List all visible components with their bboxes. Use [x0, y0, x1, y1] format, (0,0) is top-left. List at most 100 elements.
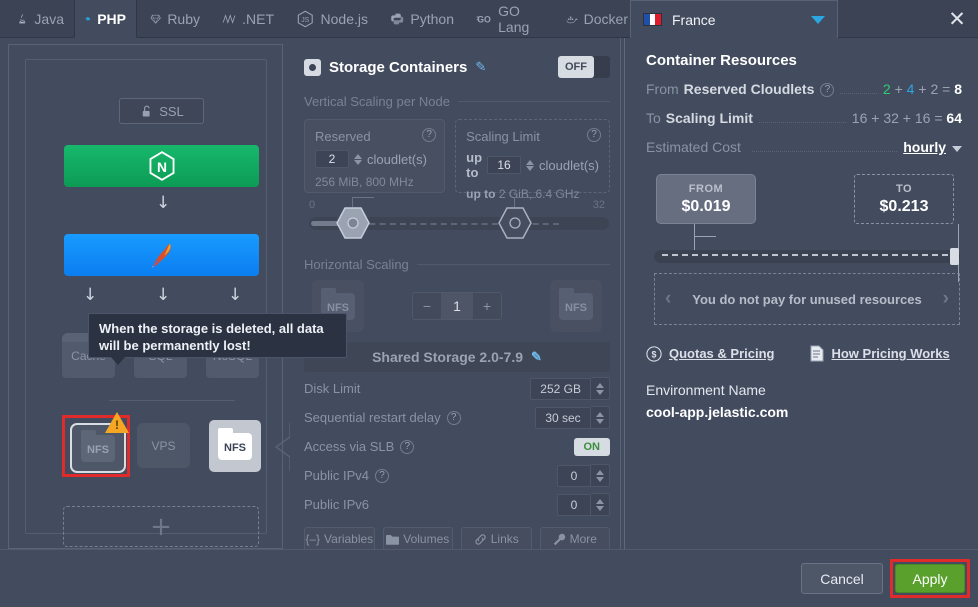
lock-open-icon: [142, 105, 150, 116]
region-selector-tab[interactable]: France: [630, 0, 838, 38]
close-icon[interactable]: ✕: [944, 6, 970, 32]
billing-period-selector[interactable]: hourly: [903, 139, 946, 155]
decrement-button[interactable]: −: [413, 293, 441, 319]
apache-feather-logo: [151, 243, 171, 268]
tab-label: PHP: [97, 10, 126, 27]
option-label: Access via SLB: [304, 439, 395, 454]
reserved-stepper[interactable]: [354, 153, 362, 165]
ipv4-stepper[interactable]: [591, 464, 610, 487]
disk-limit-stepper[interactable]: [591, 377, 610, 400]
ipv4-input[interactable]: 0: [557, 464, 591, 487]
horizontal-scaling-section-header: Horizontal Scaling: [304, 257, 610, 272]
tab-label: Python: [410, 11, 454, 27]
tab-php[interactable]: PHP: [74, 0, 137, 38]
apply-button[interactable]: Apply: [895, 564, 965, 593]
reserved-note: 256 MiB, 800 MHz: [315, 175, 414, 189]
shared-storage-label: Shared Storage 2.0-7.9: [372, 349, 524, 365]
chip-links[interactable]: Links: [461, 527, 532, 551]
reserved-value-row: 2 cloudlet(s): [315, 150, 434, 168]
node-count-value[interactable]: 1: [441, 293, 473, 319]
vertical-scaling-section-header: Vertical Scaling per Node: [304, 94, 610, 109]
tab-docker[interactable]: Docker: [556, 0, 638, 38]
leader-dots: [751, 151, 898, 152]
option-row-public-ipv4: Public IPv4 ? 0: [304, 463, 610, 488]
help-icon[interactable]: ?: [820, 82, 835, 97]
equals-sign: =: [934, 110, 943, 126]
price-slider-knob[interactable]: [950, 248, 959, 265]
add-node-button[interactable]: +: [63, 506, 259, 547]
slider-handle-reserved[interactable]: [336, 207, 370, 239]
chevron-right-icon[interactable]: ›: [943, 288, 949, 310]
edit-pencil-icon[interactable]: ✎: [531, 349, 542, 365]
restart-delay-stepper[interactable]: [591, 406, 610, 429]
node-apache[interactable]: [64, 234, 259, 276]
chip-label: Variables: [324, 532, 374, 546]
node-nginx[interactable]: N: [64, 145, 259, 187]
plus-sign: +: [871, 110, 880, 126]
reserved-input[interactable]: 2: [315, 150, 349, 168]
link-quotas-pricing[interactable]: $ Quotas & Pricing: [646, 345, 774, 362]
java-icon: [19, 14, 26, 24]
price-from-box[interactable]: FROM $0.019: [656, 174, 756, 224]
row-reserved-cloudlets: From Reserved Cloudlets ? 2 + 4 + 2 = 8: [646, 81, 962, 98]
tab-golang[interactable]: GO GO Lang: [466, 0, 554, 38]
chip-volumes[interactable]: Volumes: [382, 527, 453, 551]
tab-nodejs[interactable]: JS Node.js: [286, 0, 378, 38]
tab-dotnet[interactable]: .NET: [212, 0, 284, 38]
help-icon[interactable]: ?: [375, 468, 390, 483]
reserved-cloudlets-box[interactable]: Reserved ? 2 cloudlet(s) 256 MiB, 800 MH…: [304, 119, 446, 193]
edit-pencil-icon[interactable]: ✎: [475, 59, 486, 75]
ssl-badge[interactable]: SSL: [119, 98, 204, 124]
chevron-down-icon[interactable]: [952, 146, 962, 152]
slb-toggle[interactable]: ON: [573, 437, 610, 456]
tab-python[interactable]: Python: [380, 0, 464, 38]
value-b: 32: [883, 110, 899, 126]
help-icon[interactable]: ?: [587, 128, 601, 142]
arrow-down-icon: ↓: [228, 285, 243, 305]
chevron-left-icon[interactable]: ‹: [665, 288, 671, 310]
disk-limit-input[interactable]: 252 GB: [530, 377, 591, 400]
panel-notch-icon: [274, 423, 290, 471]
ipv6-input[interactable]: 0: [557, 493, 591, 516]
scaling-limit-box[interactable]: Scaling Limit ? up to 16 cloudlet(s) up …: [455, 119, 610, 201]
scaling-limit-stepper[interactable]: [526, 159, 535, 171]
chip-more[interactable]: More: [539, 527, 610, 551]
from-caption: FROM: [688, 182, 724, 195]
leader-dots: [758, 122, 846, 123]
section-rule: [457, 101, 610, 102]
help-icon[interactable]: ?: [446, 410, 461, 425]
price-slider-track[interactable]: [654, 248, 960, 265]
panel-power-toggle[interactable]: OFF: [558, 56, 610, 78]
help-icon[interactable]: ?: [400, 439, 415, 454]
chevron-down-icon[interactable]: [811, 15, 825, 24]
price-to-box[interactable]: TO $0.213: [854, 174, 954, 224]
increment-button[interactable]: +: [473, 293, 501, 319]
restart-delay-input[interactable]: 30 sec: [535, 406, 591, 429]
node-count-stepper[interactable]: − 1 +: [412, 292, 502, 320]
tab-label: Docker: [583, 11, 628, 27]
scaling-limit-input[interactable]: 16: [487, 156, 522, 174]
slider-handle-limit[interactable]: [498, 207, 532, 239]
node-nfs-selected[interactable]: NFS: [62, 412, 130, 477]
tab-java[interactable]: Java: [6, 0, 74, 38]
cancel-button[interactable]: Cancel: [801, 563, 883, 594]
shared-storage-bar[interactable]: Shared Storage 2.0-7.9 ✎: [304, 342, 610, 372]
hs-node-right[interactable]: NFS: [550, 280, 602, 332]
value-b: 4: [906, 81, 915, 97]
option-value-wrap: 0: [557, 493, 610, 516]
tab-ruby[interactable]: Ruby: [140, 0, 210, 38]
node-nfs-secondary[interactable]: NFS: [209, 420, 261, 472]
plus-sign: +: [894, 81, 903, 97]
slider-connector: [514, 197, 515, 207]
ipv6-stepper[interactable]: [591, 493, 610, 516]
node-vps[interactable]: VPS: [137, 423, 190, 468]
link-how-pricing-works[interactable]: How Pricing Works: [810, 345, 950, 362]
apply-button-highlight: Apply: [890, 559, 970, 598]
chip-variables[interactable]: {–} Variables: [304, 527, 375, 551]
cloudlet-slider[interactable]: 0 32: [304, 197, 610, 243]
value-c: 2: [930, 81, 939, 97]
slider-connector: [352, 197, 353, 207]
resources-title: Container Resources: [646, 52, 797, 69]
storage-warning-tooltip: When the storage is deleted, all data wi…: [88, 313, 347, 358]
option-row-public-ipv6: Public IPv6 0: [304, 492, 610, 517]
